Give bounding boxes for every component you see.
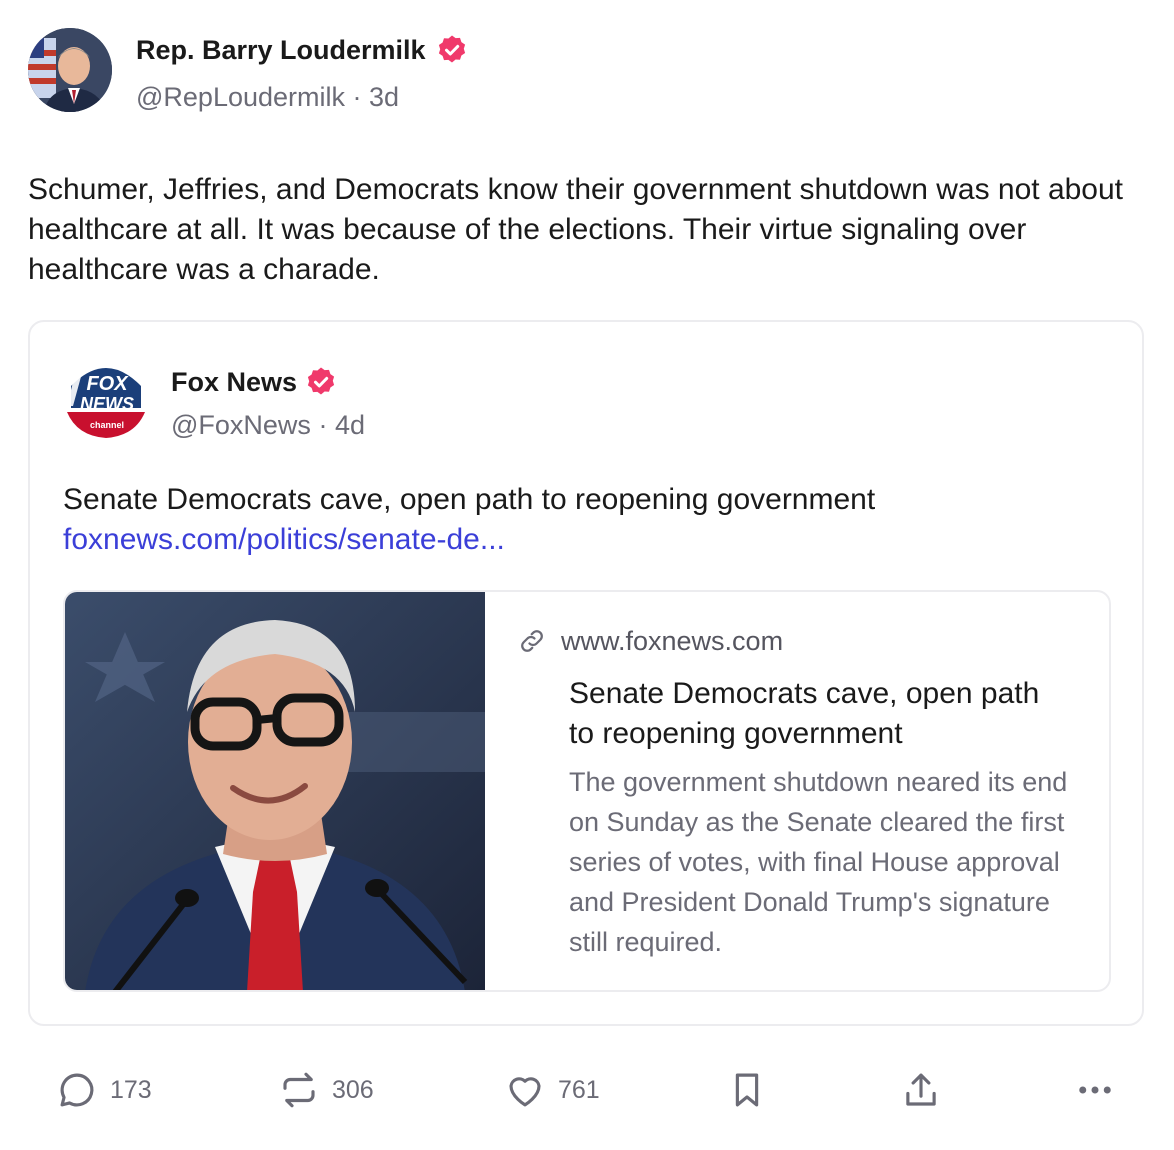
author-meta: @RepLoudermilk · 3d	[136, 82, 399, 112]
speech-bubble-icon	[60, 1073, 94, 1107]
repost-button[interactable]: 306	[278, 1068, 374, 1112]
quote-name-row[interactable]: Fox News	[171, 366, 337, 398]
svg-text:NEWS: NEWS	[80, 394, 134, 414]
quote-author-name[interactable]: Fox News	[171, 367, 297, 397]
ellipsis-icon	[1079, 1086, 1111, 1094]
reply-count: 173	[110, 1075, 152, 1104]
svg-text:FOX: FOX	[86, 373, 129, 395]
meta-separator: ·	[352, 82, 370, 112]
bookmark-button[interactable]	[726, 1068, 768, 1112]
share-upload-icon	[906, 1073, 936, 1106]
svg-text:channel: channel	[90, 420, 124, 430]
like-button[interactable]: 761	[504, 1068, 600, 1112]
quote-timestamp[interactable]: 4d	[335, 410, 365, 440]
post-card: Rep. Barry Loudermilk @RepLoudermilk · 3…	[0, 0, 1174, 1150]
post-timestamp[interactable]: 3d	[369, 82, 399, 112]
link-title[interactable]: Senate Democrats cave, open path to reop…	[569, 674, 1069, 754]
link-chain-icon	[521, 630, 543, 652]
link-description: The government shutdown neared its end o…	[569, 767, 1068, 957]
author-name[interactable]: Rep. Barry Loudermilk	[136, 35, 426, 65]
more-options-button[interactable]	[1074, 1068, 1116, 1112]
author-handle[interactable]: @RepLoudermilk	[136, 82, 345, 112]
verified-badge-icon	[307, 367, 335, 395]
action-bar: 173 306 761	[0, 1060, 1174, 1120]
quote-body: Senate Democrats cave, open path to reop…	[63, 480, 1103, 560]
quote-meta: @FoxNews · 4d	[171, 410, 365, 440]
author-name-row[interactable]: Rep. Barry Loudermilk	[136, 34, 468, 66]
like-count: 761	[558, 1075, 600, 1104]
repost-arrows-icon	[283, 1072, 315, 1108]
article-thumbnail[interactable]	[65, 592, 485, 990]
avatar-portrait	[28, 28, 112, 112]
reply-button[interactable]: 173	[56, 1068, 152, 1112]
bookmark-icon	[735, 1073, 759, 1107]
author-avatar[interactable]	[28, 28, 112, 112]
meta-separator: ·	[318, 410, 335, 440]
quoted-post-card[interactable]: FOX NEWS channel Fox News @FoxNews · 4d …	[28, 320, 1144, 1026]
link-domain-row: www.foxnews.com	[517, 626, 783, 656]
link-domain: www.foxnews.com	[561, 626, 784, 656]
link-preview-card[interactable]: www.foxnews.com Senate Democrats cave, o…	[63, 590, 1111, 992]
fox-news-avatar[interactable]: FOX NEWS channel	[63, 356, 149, 442]
repost-count: 306	[332, 1075, 374, 1104]
quote-body-text: Senate Democrats cave, open path to reop…	[63, 483, 876, 516]
verified-badge-icon	[438, 35, 465, 63]
heart-icon	[509, 1077, 541, 1107]
article-photo	[65, 592, 485, 990]
quote-author-handle[interactable]: @FoxNews	[171, 410, 311, 440]
fox-news-logo: FOX NEWS channel	[63, 356, 149, 442]
share-button[interactable]	[900, 1068, 942, 1112]
post-body-text: Schumer, Jeffries, and Democrats know th…	[28, 173, 1124, 286]
quote-article-link[interactable]: foxnews.com/politics/senate-de...	[63, 520, 1103, 560]
